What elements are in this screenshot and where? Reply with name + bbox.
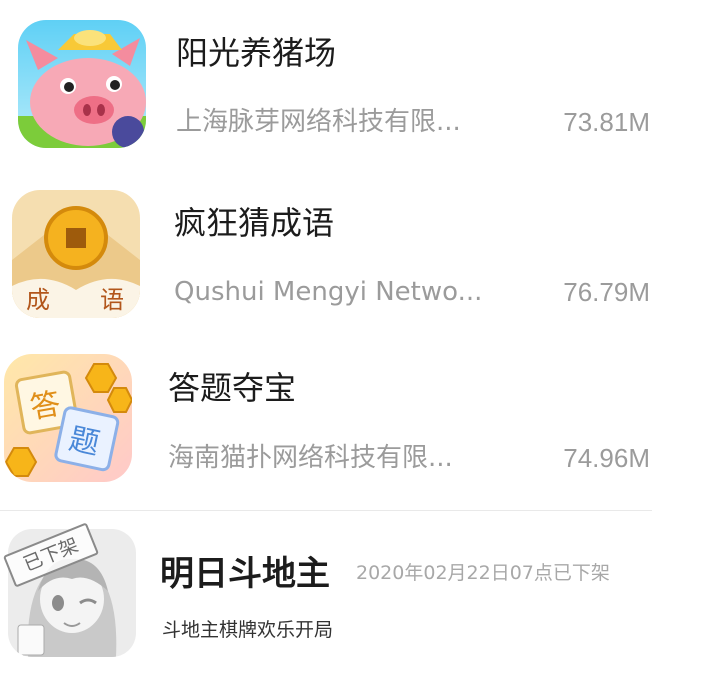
developer-name: 上海脉芽网络科技有限... bbox=[176, 107, 461, 137]
developer-name: 海南猫扑网络科技有限... bbox=[168, 443, 453, 473]
icon-char-1: 成 bbox=[26, 286, 50, 314]
app-name[interactable]: 疯狂猜成语 bbox=[174, 203, 334, 243]
quiz-cards-icon[interactable]: 答 题 bbox=[4, 354, 132, 482]
app-list-item[interactable]: 答 题 答题夺宝 海南猫扑网络科技有限... 74.96M bbox=[0, 340, 704, 510]
app-size: 73.81M bbox=[563, 107, 650, 137]
pig-game-icon[interactable] bbox=[18, 20, 146, 148]
app-name[interactable]: 阳光养猪场 bbox=[176, 33, 336, 73]
app-list-item[interactable]: 成 语 疯狂猜成语 Qushui Mengyi Netwo... 76.79M bbox=[0, 170, 704, 340]
app-size: 76.79M bbox=[563, 277, 650, 307]
app-name[interactable]: 明日斗地主 bbox=[160, 554, 330, 594]
icon-char-1: 答 bbox=[28, 386, 64, 426]
app-size: 74.96M bbox=[563, 443, 650, 473]
delisted-date: 2020年02月22日07点已下架 bbox=[356, 562, 610, 584]
app-description: 斗地主棋牌欢乐开局 bbox=[162, 619, 334, 641]
idiom-coin-icon[interactable]: 成 语 bbox=[12, 190, 140, 318]
app-name[interactable]: 答题夺宝 bbox=[168, 368, 296, 408]
offline-app-item[interactable]: 明日斗地主 2020年02月22日07点已下架 斗地主棋牌欢乐开局 bbox=[0, 511, 704, 680]
icon-char-2: 语 bbox=[100, 286, 124, 314]
app-list-item[interactable]: 阳光养猪场 上海脉芽网络科技有限... 73.81M bbox=[0, 0, 704, 170]
developer-name: Qushui Mengyi Netwo... bbox=[174, 277, 483, 307]
